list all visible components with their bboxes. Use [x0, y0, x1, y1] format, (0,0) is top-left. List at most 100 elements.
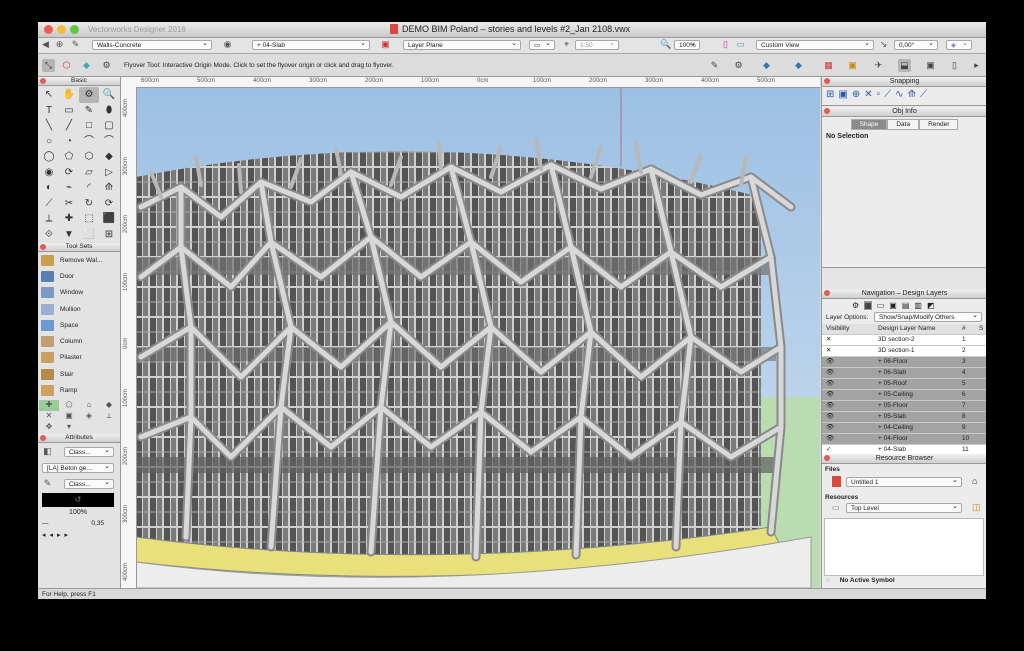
render-mode-select[interactable]: ▭: [529, 39, 555, 50]
snap-icon[interactable]: ⬓: [898, 59, 911, 72]
saved-views-icon[interactable]: ▭: [735, 39, 746, 50]
opacity-value[interactable]: 100%: [42, 509, 114, 516]
basic-tool-17-icon[interactable]: ⬠: [59, 149, 79, 165]
flyover-mode-icon[interactable]: ⬡: [60, 59, 73, 72]
col-visibility[interactable]: Visibility: [826, 324, 849, 334]
lighting-icon[interactable]: ◆: [792, 59, 805, 72]
visibility-toggle[interactable]: 👁: [826, 412, 834, 422]
landmark-set-icon[interactable]: ⟂: [99, 411, 119, 422]
visibility-toggle[interactable]: 👁: [826, 357, 834, 367]
line-weight-row[interactable]: —0,35: [42, 520, 114, 528]
close-palette-icon[interactable]: [824, 108, 830, 114]
projection-select[interactable]: ◈: [946, 39, 972, 50]
page-icon[interactable]: ▯: [720, 39, 731, 50]
tool-set-item[interactable]: Window: [38, 285, 120, 301]
layer-row[interactable]: ✕ 3D section-2 1: [822, 335, 986, 346]
tool-set-item[interactable]: Remove Wal...: [38, 252, 120, 268]
basic-tool-22-icon[interactable]: ▱: [79, 165, 99, 181]
tool-set-item[interactable]: Pilaster: [38, 350, 120, 366]
basic-tool-37-icon[interactable]: ▼: [59, 227, 79, 243]
unified-view-icon[interactable]: ⚙: [732, 59, 745, 72]
basic-tool-11-icon[interactable]: ▢: [99, 118, 119, 134]
visibility-toggle[interactable]: 👁: [826, 379, 834, 389]
basic-tool-10-icon[interactable]: □: [79, 118, 99, 134]
basic-tool-30-icon[interactable]: ↻: [79, 196, 99, 212]
basic-tool-2-icon[interactable]: ⚙: [79, 87, 99, 103]
basic-tool-3-icon[interactable]: 🔍: [99, 87, 119, 103]
snap-surface-icon[interactable]: ⟋: [920, 89, 927, 100]
tool-set-item[interactable]: Space: [38, 317, 120, 333]
tool-set-item[interactable]: Door: [38, 268, 120, 284]
detailing-set-icon[interactable]: ◆: [99, 400, 119, 411]
layer-options-select[interactable]: Show/Snap/Modify Others: [874, 311, 982, 322]
layer-row[interactable]: 👁 + 06-Slab 4: [822, 368, 986, 379]
scale-field[interactable]: 1:50: [575, 39, 619, 50]
visibility-toggle[interactable]: 👁: [826, 390, 834, 400]
tab-shape[interactable]: Shape: [850, 119, 888, 130]
pen-class-select[interactable]: Class...: [64, 478, 114, 489]
page-setup-icon[interactable]: ▯: [948, 59, 961, 72]
basic-tool-9-icon[interactable]: ╱: [59, 118, 79, 134]
basic-tool-39-icon[interactable]: ⊞: [99, 227, 119, 243]
col-number[interactable]: #: [962, 324, 966, 334]
basic-tool-5-icon[interactable]: ▭: [59, 103, 79, 119]
class-select[interactable]: Walls-Concrete: [92, 39, 212, 50]
view-mode-icon[interactable]: ◆: [80, 59, 93, 72]
basic-tool-18-icon[interactable]: ⬡: [79, 149, 99, 165]
forward-arrow-icon[interactable]: ⊕: [54, 39, 65, 50]
more-icon[interactable]: ▸: [970, 59, 983, 72]
basic-tool-21-icon[interactable]: ⟳: [59, 165, 79, 181]
tool-set-item[interactable]: Stair: [38, 366, 120, 382]
nav-views-icon[interactable]: ▤: [902, 301, 910, 310]
zoom-window-button[interactable]: [70, 25, 79, 34]
basic-tool-24-icon[interactable]: ◐: [39, 180, 59, 196]
visibility-toggle[interactable]: 👁: [826, 434, 834, 444]
basic-tool-29-icon[interactable]: ✂: [59, 196, 79, 212]
nav-design-layers-icon[interactable]: ▦: [864, 301, 872, 310]
basic-tool-6-icon[interactable]: ✎: [79, 103, 99, 119]
home-icon[interactable]: ⌂: [972, 476, 977, 486]
snap-tangent-icon[interactable]: ⟋: [884, 89, 891, 100]
architect-set-icon[interactable]: ✚: [39, 399, 59, 411]
zoom-line-thickness-icon[interactable]: ✎: [708, 59, 721, 72]
basic-tool-25-icon[interactable]: ⌁: [59, 180, 79, 196]
visibility-toggle[interactable]: ✕: [826, 346, 831, 356]
nav-symbols-icon[interactable]: ◩: [927, 301, 935, 310]
tab-render[interactable]: Render: [919, 119, 959, 130]
close-palette-icon[interactable]: [824, 455, 830, 461]
site-set-icon[interactable]: ◈: [79, 411, 99, 422]
close-window-button[interactable]: [44, 25, 53, 34]
resource-list[interactable]: [824, 518, 984, 576]
flyover-origin-mode-icon[interactable]: ⤡: [42, 59, 55, 72]
left-ruler[interactable]: 400cm 300cm 200cm 100cm 0cm 100cm 200cm 300cm 40…: [121, 87, 137, 588]
fly-through-icon[interactable]: ✈: [872, 59, 885, 72]
zoom-field[interactable]: 100%: [674, 39, 700, 50]
minimize-window-button[interactable]: [57, 25, 66, 34]
layer-row[interactable]: 👁 + 05-Slab 8: [822, 412, 986, 423]
visibility-toggle[interactable]: ✕: [826, 335, 831, 345]
more-sets-icon[interactable]: ▾: [59, 422, 79, 433]
fill-class-select[interactable]: Class...: [64, 446, 114, 457]
close-palette-icon[interactable]: [824, 290, 830, 296]
layer-row[interactable]: 👁 + 05-Roof 5: [822, 379, 986, 390]
basic-tool-13-icon[interactable]: ◔: [59, 134, 79, 150]
tab-data[interactable]: Data: [887, 119, 920, 130]
close-palette-icon[interactable]: [40, 78, 46, 84]
close-palette-icon[interactable]: [40, 244, 46, 250]
resources-select[interactable]: Top Level: [846, 502, 962, 513]
visibility-toggle[interactable]: 👁: [826, 368, 834, 378]
nav-classes-icon[interactable]: ▣: [889, 301, 897, 310]
layers-icon[interactable]: ▦: [822, 59, 835, 72]
visibility-toggle[interactable]: 👁: [826, 423, 834, 433]
tool-set-item[interactable]: Mullion: [38, 301, 120, 317]
basic-tool-27-icon[interactable]: ⟰: [99, 180, 119, 196]
basic-tool-8-icon[interactable]: ╲: [39, 118, 59, 134]
dims-set-icon[interactable]: ✕: [39, 411, 59, 422]
basic-tool-19-icon[interactable]: ◆: [99, 149, 119, 165]
nav-refs-icon[interactable]: ▥: [914, 301, 922, 310]
stack-icon[interactable]: ▣: [924, 59, 937, 72]
layer-row[interactable]: 👁 + 04-Ceiling 9: [822, 423, 986, 434]
layer-row[interactable]: 👁 + 04-Floor 10: [822, 434, 986, 445]
nav-layers-icon[interactable]: ⚙: [852, 301, 859, 310]
basic-tool-36-icon[interactable]: ⟐: [39, 227, 59, 243]
